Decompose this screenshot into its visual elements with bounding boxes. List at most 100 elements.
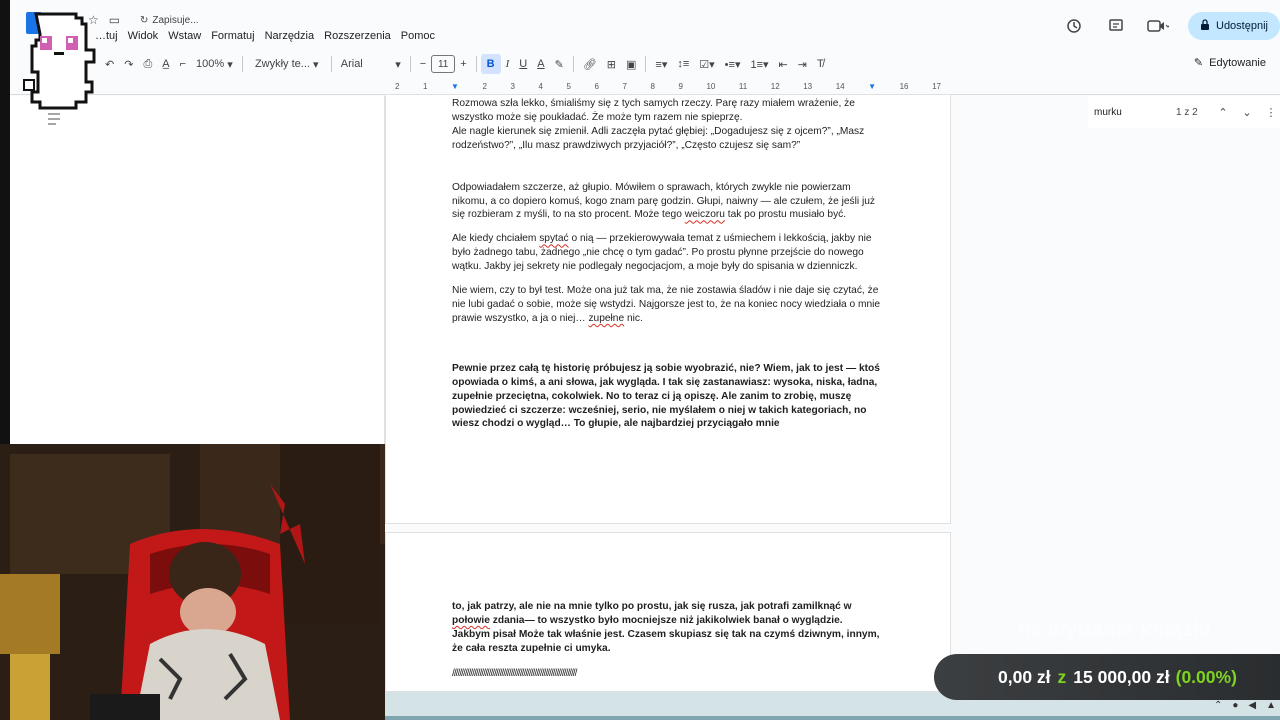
lock-icon bbox=[1200, 18, 1210, 34]
font-size-input[interactable]: 11 bbox=[431, 55, 456, 73]
paragraph: Nie wiem, czy to był test. Może ona już … bbox=[452, 284, 882, 326]
decrease-font-icon[interactable]: − bbox=[415, 52, 431, 76]
zoom-value: 100% bbox=[196, 58, 225, 70]
document-page-2[interactable]: to, jak patrzy, ale nie na mnie tylko po… bbox=[385, 532, 951, 692]
font-select[interactable]: Arial ▾ bbox=[336, 52, 406, 76]
menu-bar: …tuj Widok Wstaw Formatuj Narzędzia Rozs… bbox=[90, 30, 440, 42]
spelling-error[interactable]: zupełne bbox=[588, 313, 624, 324]
print-icon[interactable]: ⎙ bbox=[138, 52, 157, 76]
text-color-icon[interactable]: A bbox=[532, 52, 549, 76]
spellcheck-icon[interactable]: A̲ bbox=[157, 52, 174, 76]
find-panel: murku 1 z 2 ⌃ ⌄ ⋮ bbox=[1088, 96, 1280, 128]
increase-font-icon[interactable]: + bbox=[455, 52, 471, 76]
webcam-scene bbox=[0, 444, 385, 720]
donation-separator: z bbox=[1057, 666, 1067, 687]
paragraph-text: zdania— to wszystko było mocniejsze niż … bbox=[489, 614, 843, 626]
paragraph: Rozmowa szła lekko, śmialiśmy się z tych… bbox=[452, 97, 882, 125]
share-label: Udostępnij bbox=[1216, 20, 1268, 32]
chevron-up-icon[interactable]: ⌃ bbox=[1216, 106, 1230, 119]
left-margin-area bbox=[10, 96, 385, 444]
screen: ☆ ▭ ↻ Zapisuje... …tuj Widok Wstaw Forma… bbox=[0, 0, 1280, 720]
comments-icon[interactable] bbox=[1104, 14, 1128, 38]
donation-title: na wydanie książki bbox=[1018, 618, 1212, 641]
zoom-select[interactable]: 100% ▾ bbox=[191, 52, 238, 76]
donation-percent: (0.00%) bbox=[1175, 666, 1237, 687]
link-icon[interactable]: 🔗︎ bbox=[578, 52, 602, 76]
pencil-icon: ✎ bbox=[1193, 57, 1204, 69]
microphone-icon[interactable]: ● bbox=[1232, 700, 1238, 711]
checklist-icon[interactable]: ☑▾ bbox=[694, 52, 719, 76]
insert-image-icon[interactable]: ▣ bbox=[621, 52, 641, 76]
clear-formatting-icon[interactable]: T̸ bbox=[812, 52, 829, 76]
paragraph-text: Nie wiem, czy to był test. Może ona już … bbox=[452, 285, 881, 324]
editing-mode[interactable]: ✎ Edytowanie bbox=[1193, 56, 1266, 70]
paragraph-bold: to, jak patrzy, ale nie na mnie tylko po… bbox=[452, 600, 882, 628]
page-2-body[interactable]: to, jak patrzy, ale nie na mnie tylko po… bbox=[452, 600, 882, 691]
menu-insert[interactable]: Wstaw bbox=[163, 30, 206, 42]
menu-view[interactable]: Widok bbox=[123, 30, 164, 42]
paint-format-icon[interactable]: ⌐ bbox=[175, 52, 191, 76]
paragraph: Ale nagle kierunek się zmienił. Adli zac… bbox=[452, 125, 882, 153]
paragraph-text: Ale kiedy chciałem bbox=[452, 233, 540, 245]
save-status-text: Zapisuje... bbox=[152, 15, 199, 26]
spelling-error[interactable]: połowie bbox=[452, 615, 490, 626]
add-comment-icon[interactable]: ⊞ bbox=[602, 52, 621, 76]
decrease-indent-icon[interactable]: ⇤ bbox=[774, 52, 793, 76]
align-icon[interactable]: ≡▾ bbox=[650, 52, 672, 76]
paragraph: Odpowiadałem szczerze, aż głupio. Mówiłe… bbox=[452, 181, 882, 223]
paragraph-bold: Jakbym pisał Może tak właśnie jest. Czas… bbox=[452, 628, 880, 654]
menu-format[interactable]: Formatuj bbox=[206, 30, 259, 42]
volume-icon[interactable]: ◀ bbox=[1248, 700, 1256, 711]
share-button[interactable]: Udostępnij bbox=[1188, 12, 1280, 40]
donation-progress: 0,00 zł z 15 000,00 zł (0.00%) bbox=[934, 654, 1280, 700]
paragraph-text: to, jak patrzy, ale nie na mnie tylko po… bbox=[452, 601, 852, 612]
system-tray: ⌃ ● ◀ ▲ bbox=[1214, 700, 1276, 711]
titlebar-actions: Udostępnij bbox=[1062, 12, 1280, 40]
page-1-body[interactable]: Rozmowa szła lekko, śmialiśmy się z tych… bbox=[452, 97, 882, 441]
separator-line: ////////////////////////////////////////… bbox=[452, 667, 577, 679]
paragraph: Ale kiedy chciałem spytać o nią — przeki… bbox=[452, 232, 882, 274]
formatting-toolbar: ↶ ↷ ⎙ A̲ ⌐ 100% ▾ Zwykły te... ▾ Arial ▾ … bbox=[24, 52, 1280, 76]
spelling-error[interactable]: weiczoru bbox=[685, 209, 725, 220]
bold-icon[interactable]: B bbox=[480, 54, 501, 74]
donation-goal: 15 000,00 zł bbox=[1073, 666, 1170, 687]
save-status: ↻ Zapisuje... bbox=[140, 15, 199, 26]
find-count: 1 z 2 bbox=[1176, 106, 1198, 118]
spelling-error[interactable]: spytać bbox=[539, 233, 568, 244]
chevron-up-icon[interactable]: ⌃ bbox=[1214, 700, 1222, 711]
taskbar-accent bbox=[385, 716, 1280, 720]
network-icon[interactable]: ▲ bbox=[1266, 700, 1276, 711]
undo-icon[interactable]: ↶ bbox=[100, 52, 119, 76]
style-select[interactable]: Zwykły te... ▾ bbox=[247, 52, 327, 76]
webcam-overlay bbox=[0, 444, 385, 720]
menu-extensions[interactable]: Rozszerzenia bbox=[319, 30, 396, 42]
italic-icon[interactable]: I bbox=[501, 52, 515, 76]
highlight-icon[interactable]: ✎ bbox=[550, 52, 569, 76]
paragraph-bold: Pewnie przez całą tę historię próbujesz … bbox=[452, 362, 880, 430]
menu-help[interactable]: Pomoc bbox=[396, 30, 440, 42]
numbered-list-icon[interactable]: 1≡▾ bbox=[745, 52, 773, 76]
paragraph-text: nic. bbox=[624, 312, 643, 324]
more-options-icon[interactable]: ⋮ bbox=[1264, 106, 1278, 119]
menu-tools[interactable]: Narzędzia bbox=[260, 30, 320, 42]
find-input[interactable]: murku bbox=[1094, 107, 1122, 118]
sync-icon: ↻ bbox=[140, 15, 149, 26]
font-value: Arial bbox=[340, 58, 363, 70]
redo-icon[interactable]: ↷ bbox=[119, 52, 138, 76]
increase-indent-icon[interactable]: ⇥ bbox=[793, 52, 812, 76]
document-page-1[interactable]: Rozmowa szła lekko, śmialiśmy się z tych… bbox=[385, 94, 951, 524]
history-icon[interactable] bbox=[1062, 14, 1086, 38]
meet-video-icon[interactable] bbox=[1146, 14, 1170, 38]
underline-icon[interactable]: U bbox=[514, 52, 532, 76]
paragraph-text: tak po prostu musiało być. bbox=[724, 209, 847, 221]
editing-mode-label: Edytowanie bbox=[1209, 56, 1266, 69]
ghost-mascot-image bbox=[20, 6, 100, 120]
move-folder-icon[interactable]: ▭ bbox=[109, 13, 120, 27]
bulleted-list-icon[interactable]: •≡▾ bbox=[720, 52, 746, 76]
style-value: Zwykły te... bbox=[254, 58, 310, 70]
paragraph-text: Rozmowa szła lekko, śmialiśmy się z tych… bbox=[452, 98, 855, 123]
title-bar: ☆ ▭ ↻ Zapisuje... …tuj Widok Wstaw Forma… bbox=[10, 0, 1280, 48]
line-spacing-icon[interactable]: ↕≡ bbox=[672, 52, 694, 76]
donation-current: 0,00 zł bbox=[998, 666, 1051, 687]
chevron-down-icon[interactable]: ⌄ bbox=[1240, 106, 1254, 119]
